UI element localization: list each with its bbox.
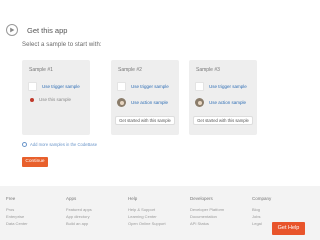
get-help-button[interactable]: Get Help — [272, 222, 305, 235]
sample-card-title: Sample #1 — [29, 67, 53, 73]
footer-link[interactable]: Blog — [252, 207, 271, 212]
footer-link[interactable]: API Status — [190, 221, 224, 226]
page-title: Get this app — [27, 25, 68, 35]
sample-option-label: Use action sample — [209, 100, 247, 105]
sample-option-trigger[interactable]: Use trigger sample — [195, 82, 247, 91]
footer-heading: Apps — [66, 196, 77, 201]
sample-card-title: Sample #3 — [196, 67, 220, 73]
sample-option-action[interactable]: Use action sample — [195, 98, 246, 107]
footer-link[interactable]: Help & Support — [128, 207, 166, 212]
avatar-icon — [117, 98, 126, 107]
checkbox-icon[interactable] — [28, 82, 37, 91]
sample-option-label: Use action sample — [131, 100, 169, 105]
footer-link[interactable]: Build an app — [66, 221, 92, 226]
sample-card-2[interactable]: Sample #2 Use trigger sample Use action … — [111, 60, 179, 135]
info-icon — [22, 142, 27, 147]
footer-heading: Developers — [190, 196, 213, 201]
footer-link[interactable]: Enterprise — [6, 214, 28, 219]
use-sample-button[interactable]: Get started with this sample — [193, 116, 253, 125]
sample-option-trigger[interactable]: Use trigger sample — [117, 82, 169, 91]
play-icon[interactable] — [6, 24, 18, 36]
footer-column: Developers Developer Platform Documentat… — [190, 196, 224, 228]
footer-link[interactable]: Learning Center — [128, 214, 166, 219]
footer-link[interactable]: Featured apps — [66, 207, 92, 212]
footer-link[interactable]: App directory — [66, 214, 92, 219]
footer-column: Free Pros Enterprise Data Center — [6, 196, 28, 228]
use-sample-button[interactable]: Get started with this sample — [115, 116, 175, 125]
footer-link[interactable]: Developer Platform — [190, 207, 224, 212]
checkbox-icon[interactable] — [195, 82, 204, 91]
checkbox-icon[interactable] — [117, 82, 126, 91]
main-panel: Get this app Select a sample to start wi… — [0, 0, 320, 186]
footer-heading: Help — [128, 196, 138, 201]
sample-option-this[interactable]: Use this sample — [28, 97, 71, 102]
footer-column: Company Blog Jobs Legal — [252, 196, 271, 228]
footer-heading: Company — [252, 196, 272, 201]
sample-option-label: Use trigger sample — [209, 84, 247, 89]
sample-option-label: Use this sample — [39, 97, 72, 102]
sample-card-3[interactable]: Sample #3 Use trigger sample Use action … — [189, 60, 257, 135]
footer-column: Apps Featured apps App directory Build a… — [66, 196, 92, 228]
footer-column: Help Help & Support Learning Center Open… — [128, 196, 166, 228]
add-samples-link[interactable]: Add more samples in the CodeBase — [22, 142, 97, 147]
status-dot-icon — [30, 97, 34, 102]
page-subtitle: Select a sample to start with: — [22, 42, 102, 48]
add-samples-link-label: Add more samples in the CodeBase — [30, 142, 98, 147]
continue-button[interactable]: Continue — [22, 157, 48, 167]
footer-heading: Free — [6, 196, 16, 201]
sample-card-title: Sample #2 — [118, 67, 142, 73]
avatar-icon — [195, 98, 204, 107]
sample-option-action[interactable]: Use action sample — [117, 98, 168, 107]
footer-link[interactable]: Data Center — [6, 221, 28, 226]
footer-link[interactable]: Legal — [252, 221, 271, 226]
sample-option-label: Use trigger sample — [42, 84, 80, 89]
footer-link[interactable]: Pros — [6, 207, 28, 212]
footer-link[interactable]: Open Online Support — [128, 221, 166, 226]
footer-link[interactable]: Jobs — [252, 214, 271, 219]
sample-option-trigger[interactable]: Use trigger sample — [28, 82, 80, 91]
sample-option-label: Use trigger sample — [131, 84, 169, 89]
footer-link[interactable]: Documentation — [190, 214, 224, 219]
sample-card-1[interactable]: Sample #1 Use trigger sample Use this sa… — [22, 60, 90, 135]
header-row: Get this app — [6, 24, 67, 36]
